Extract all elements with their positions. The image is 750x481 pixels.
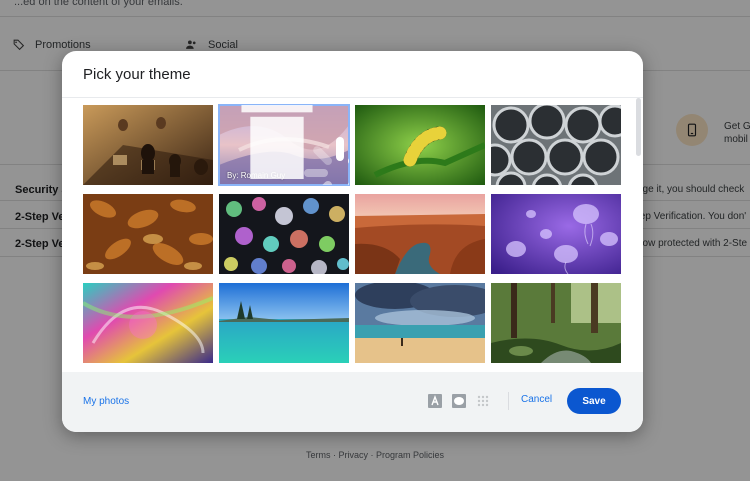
theme-tile-beach[interactable] bbox=[355, 283, 485, 363]
blur-option[interactable] bbox=[476, 394, 490, 408]
canyon-image bbox=[355, 194, 485, 274]
grid-scrollbar-thumb[interactable] bbox=[636, 98, 641, 156]
blur-icon bbox=[477, 395, 489, 407]
forest-stream-image bbox=[491, 283, 621, 363]
tropical-lake-image bbox=[219, 283, 349, 363]
theme-tile-pipes[interactable] bbox=[491, 105, 621, 185]
theme-tile-bokeh-lights[interactable] bbox=[219, 194, 349, 274]
theme-tile-autumn-leaves[interactable] bbox=[83, 194, 213, 274]
pipes-image bbox=[491, 105, 621, 185]
autumn-leaves-image bbox=[83, 194, 213, 274]
theme-tile-abstract-pastel[interactable]: By: Romain Guy bbox=[218, 104, 350, 186]
vignette-option[interactable] bbox=[452, 394, 466, 408]
theme-tile-jellyfish[interactable] bbox=[491, 194, 621, 274]
theme-grid: By: Romain Guy bbox=[62, 97, 643, 372]
theme-tile-caterpillar[interactable] bbox=[355, 105, 485, 185]
theme-tile-chess[interactable] bbox=[83, 105, 213, 185]
grid-scrollbar[interactable] bbox=[635, 98, 642, 372]
rainbow-swirl-image bbox=[83, 283, 213, 363]
my-photos-link[interactable]: My photos bbox=[83, 396, 129, 407]
caterpillar-image bbox=[355, 105, 485, 185]
theme-tile-canyon[interactable] bbox=[355, 194, 485, 274]
footer-divider bbox=[508, 392, 509, 410]
chess-image bbox=[83, 105, 213, 185]
theme-tile-forest-stream[interactable] bbox=[491, 283, 621, 363]
text-background-option[interactable] bbox=[428, 394, 442, 408]
theme-picker-dialog: Pick your theme By: My photos Cancel Sav… bbox=[62, 51, 643, 432]
text-color-icon bbox=[428, 394, 442, 408]
jellyfish-image bbox=[491, 194, 621, 274]
theme-tile-tropical-lake[interactable] bbox=[219, 283, 349, 363]
trash-icon[interactable] bbox=[219, 105, 342, 179]
dialog-footer: My photos Cancel Save bbox=[62, 372, 643, 432]
vignette-icon bbox=[452, 394, 466, 408]
bokeh-lights-image bbox=[219, 194, 349, 274]
cancel-button[interactable]: Cancel bbox=[521, 394, 552, 405]
dialog-title: Pick your theme bbox=[83, 66, 191, 83]
save-button[interactable]: Save bbox=[567, 388, 621, 414]
theme-tile-rainbow-swirl[interactable] bbox=[83, 283, 213, 363]
beach-image bbox=[355, 283, 485, 363]
